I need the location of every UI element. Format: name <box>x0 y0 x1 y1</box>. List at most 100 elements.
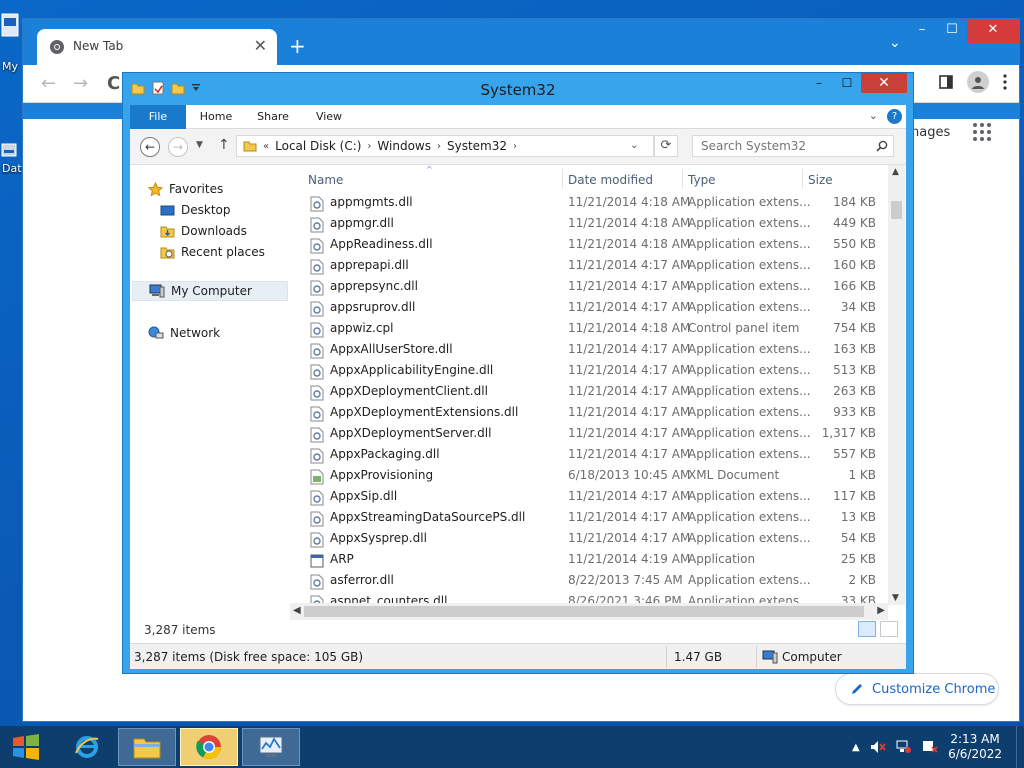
close-button[interactable]: ✕ <box>967 19 1019 43</box>
file-row[interactable]: AppXDeploymentClient.dll 11/21/2014 4:17 … <box>300 382 900 403</box>
tab-file[interactable]: File <box>130 105 186 129</box>
address-bar[interactable]: « Local Disk (C:) › Windows › System32 › <box>236 135 654 157</box>
new-tab-button[interactable]: + <box>289 34 306 58</box>
file-row[interactable]: AppXDeploymentServer.dll 11/21/2014 4:17 … <box>300 424 900 445</box>
show-hidden-icons-icon[interactable]: ▲ <box>852 742 860 753</box>
reload-button[interactable]: C <box>107 73 120 94</box>
details-view-icon[interactable] <box>858 621 876 637</box>
scroll-up-icon[interactable]: ▲ <box>892 167 899 177</box>
column-divider[interactable] <box>682 169 683 189</box>
column-divider[interactable] <box>562 169 563 189</box>
nav-network[interactable]: Network <box>148 323 220 343</box>
search-input[interactable] <box>692 135 894 157</box>
scrollbar-thumb[interactable] <box>891 201 902 219</box>
desktop-icon-data[interactable]: Dat <box>0 140 22 175</box>
up-button[interactable]: ↑ <box>218 137 230 153</box>
more-menu-icon[interactable] <box>1003 74 1007 90</box>
file-row[interactable]: apprepapi.dll 11/21/2014 4:17 AM Applicati… <box>300 256 900 277</box>
dll-file-icon <box>310 322 324 341</box>
google-apps-icon[interactable] <box>973 123 991 141</box>
search-icon[interactable] <box>876 140 888 152</box>
file-row[interactable]: AppxStreamingDataSourcePS.dll 11/21/2014 … <box>300 508 900 529</box>
file-row[interactable]: appwiz.cpl 11/21/2014 4:18 AM Control pane… <box>300 319 900 340</box>
file-row[interactable]: AppxApplicabilityEngine.dll 11/21/2014 4:… <box>300 361 900 382</box>
breadcrumb-system32[interactable]: System32 <box>447 139 507 153</box>
column-header-date[interactable]: Date modified <box>568 173 653 187</box>
file-row[interactable]: AppReadiness.dll 11/21/2014 4:18 AM Applic… <box>300 235 900 256</box>
profile-avatar-icon[interactable] <box>967 71 989 93</box>
scroll-down-icon[interactable]: ▼ <box>892 593 899 603</box>
file-row[interactable]: appmgr.dll 11/21/2014 4:18 AM Application … <box>300 214 900 235</box>
breadcrumb-separator[interactable]: › <box>513 141 517 152</box>
tab-view[interactable]: View <box>306 105 352 129</box>
breadcrumb-separator[interactable]: › <box>437 141 441 152</box>
forward-button[interactable]: → <box>73 73 88 94</box>
back-button[interactable]: ← <box>140 137 160 157</box>
horizontal-scrollbar[interactable]: ◀ ▶ <box>290 603 888 620</box>
start-button-windows-icon[interactable] <box>12 734 40 760</box>
help-icon[interactable]: ? <box>887 109 902 124</box>
side-panel-icon[interactable] <box>939 75 953 89</box>
taskbar-internet-explorer[interactable] <box>58 728 116 766</box>
scrollbar-thumb[interactable] <box>304 606 864 617</box>
nav-downloads[interactable]: Downloads <box>160 221 247 241</box>
customize-chrome-button[interactable]: Customize Chrome <box>835 673 999 705</box>
refresh-button[interactable]: ⟳ <box>654 135 678 157</box>
file-row[interactable]: AppxSip.dll 11/21/2014 4:17 AM Application… <box>300 487 900 508</box>
volume-muted-icon[interactable] <box>870 740 886 754</box>
column-header-type[interactable]: Type <box>688 173 716 187</box>
tab-new-tab[interactable]: New Tab ✕ <box>37 29 277 65</box>
recent-locations-icon[interactable]: ▼ <box>196 140 203 150</box>
column-header-size[interactable]: Size <box>808 173 833 187</box>
action-center-icon[interactable] <box>922 740 938 754</box>
system-clock[interactable]: 2:13 AM 6/6/2022 <box>948 732 1002 762</box>
status-bar: 3,287 items (Disk free space: 105 GB) 1.… <box>130 643 906 669</box>
file-row[interactable]: appsruprov.dll 11/21/2014 4:17 AM Applicat… <box>300 298 900 319</box>
nav-recent-places[interactable]: Recent places <box>160 242 265 262</box>
file-row[interactable]: appmgmts.dll 11/21/2014 4:18 AM Applicatio… <box>300 193 900 214</box>
network-status-icon[interactable] <box>896 740 912 754</box>
maximize-button[interactable]: ☐ <box>937 19 967 43</box>
file-row[interactable]: asferror.dll 8/22/2013 7:45 AM Application… <box>300 571 900 592</box>
back-button[interactable]: ← <box>41 73 56 94</box>
breadcrumb-local-disk[interactable]: Local Disk (C:) <box>275 139 361 153</box>
tab-search-icon[interactable]: ⌄ <box>889 35 901 51</box>
tab-share[interactable]: Share <box>248 105 298 129</box>
tab-close-icon[interactable]: ✕ <box>254 36 267 55</box>
large-icons-view-icon[interactable] <box>880 621 898 637</box>
scroll-left-icon[interactable]: ◀ <box>293 605 301 616</box>
dll-file-icon <box>310 532 324 551</box>
scroll-right-icon[interactable]: ▶ <box>877 605 885 616</box>
nav-my-computer[interactable]: My Computer <box>132 281 288 301</box>
vertical-scrollbar[interactable]: ▲ ▼ <box>888 165 905 605</box>
nav-favorites[interactable]: Favorites <box>148 179 223 199</box>
column-header-name[interactable]: Name <box>308 173 343 187</box>
maximize-button[interactable]: ☐ <box>833 73 861 93</box>
taskbar-file-explorer[interactable] <box>118 728 176 766</box>
close-button[interactable]: ✕ <box>861 73 907 93</box>
explorer-titlebar[interactable]: System32 – ☐ ✕ <box>123 73 913 105</box>
file-row[interactable]: AppXDeploymentExtensions.dll 11/21/2014 4… <box>300 403 900 424</box>
desktop-icon-my-computer[interactable]: My <box>0 10 22 73</box>
breadcrumb-overflow[interactable]: « <box>263 141 269 152</box>
file-row[interactable]: ARP 11/21/2014 4:19 AM Application 25 KB <box>300 550 900 571</box>
column-divider[interactable] <box>802 169 803 189</box>
taskbar-chrome[interactable] <box>180 728 238 766</box>
breadcrumb-windows[interactable]: Windows <box>377 139 431 153</box>
expand-ribbon-icon[interactable]: ⌄ <box>869 109 878 122</box>
file-row[interactable]: apprepsync.dll 11/21/2014 4:17 AM Applicat… <box>300 277 900 298</box>
forward-button[interactable]: → <box>168 137 188 157</box>
file-row[interactable]: AppxAllUserStore.dll 11/21/2014 4:17 AM Ap… <box>300 340 900 361</box>
show-desktop-button[interactable] <box>1016 726 1024 768</box>
address-dropdown-icon[interactable]: ⌄ <box>630 140 638 151</box>
minimize-button[interactable]: – <box>907 19 937 43</box>
nav-desktop[interactable]: Desktop <box>160 200 231 220</box>
file-row[interactable]: AppxProvisioning 6/18/2013 10:45 AM XML Do… <box>300 466 900 487</box>
images-link[interactable]: nages <box>911 125 950 140</box>
file-row[interactable]: AppxSysprep.dll 11/21/2014 4:17 AM Applica… <box>300 529 900 550</box>
breadcrumb-separator[interactable]: › <box>367 141 371 152</box>
tab-home[interactable]: Home <box>192 105 240 129</box>
minimize-button[interactable]: – <box>805 73 833 93</box>
taskbar-performance-monitor[interactable] <box>242 728 300 766</box>
file-row[interactable]: AppxPackaging.dll 11/21/2014 4:17 AM Appli… <box>300 445 900 466</box>
